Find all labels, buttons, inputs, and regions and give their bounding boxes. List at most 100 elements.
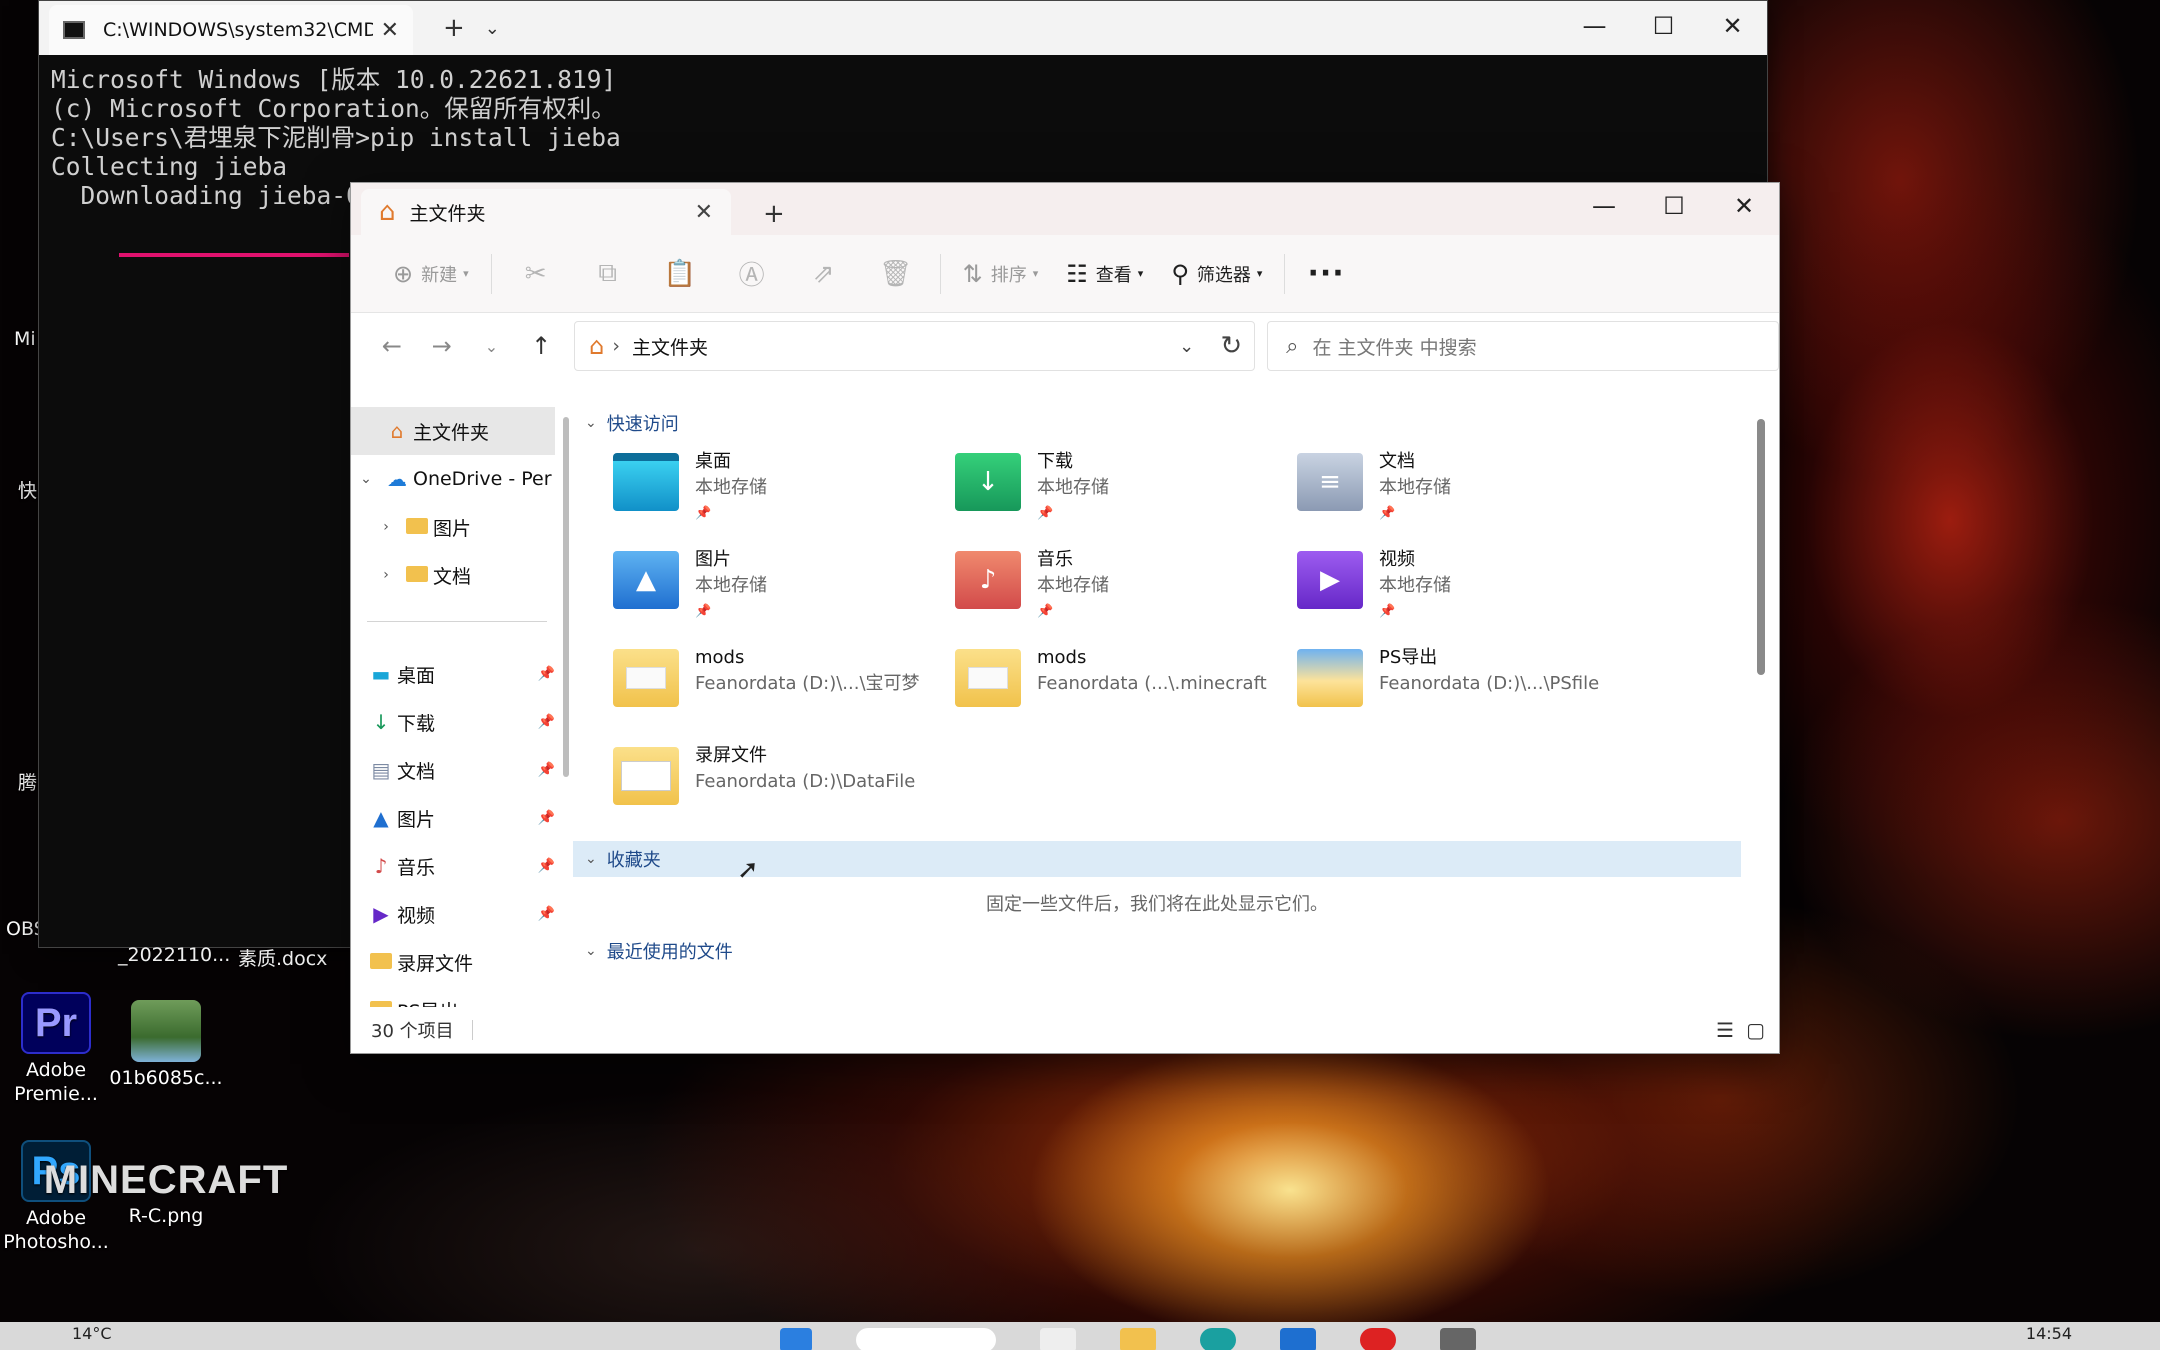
tiles-view-icon[interactable]: ▢ (1746, 1018, 1765, 1042)
refresh-icon[interactable]: ↻ (1220, 331, 1242, 361)
item-location: Feanordata (D:)\...\宝可梦 (695, 673, 920, 694)
share-button[interactable]: ⇗ (788, 249, 860, 299)
desktop-icon-rc-png[interactable]: MINECRAFT R-C.png (44, 1160, 288, 1228)
search-box[interactable]: ⌕ 在 主文件夹 中搜索 (1267, 321, 1779, 371)
desktop-icon-premiere[interactable]: Pr Adobe Premie... (0, 992, 116, 1106)
app-icon[interactable] (1360, 1328, 1396, 1350)
explorer-titlebar[interactable]: ⌂ 主文件夹 ✕ + — ☐ ✕ (351, 183, 1779, 235)
search-icon: ⌕ (1286, 333, 1299, 359)
sidebar-item-pictures[interactable]: ▲ 图片 📌 (351, 794, 561, 842)
chevron-right-icon[interactable]: › (371, 567, 401, 583)
task-view-icon[interactable] (1040, 1328, 1076, 1350)
sidebar-item-onedrive-documents[interactable]: › 文档 (351, 551, 561, 599)
weather-widget[interactable]: 14°C (72, 1324, 112, 1343)
quick-access-item-mods-pokemon[interactable]: mods Feanordata (D:)\...\宝可梦 (613, 645, 955, 743)
copy-button[interactable]: ⧉ (572, 249, 644, 299)
chevron-down-icon[interactable]: ⌄ (1179, 336, 1194, 357)
clock[interactable]: 14:54 (2026, 1324, 2072, 1343)
pin-icon: 📌 (1037, 604, 1054, 619)
start-icon[interactable] (780, 1328, 812, 1350)
sidebar-item-onedrive[interactable]: ⌄ ☁ OneDrive - Per (351, 455, 561, 503)
mail-icon[interactable] (1280, 1328, 1316, 1350)
file-explorer-window[interactable]: ⌂ 主文件夹 ✕ + — ☐ ✕ ⊕ 新建 ▾ ✂ ⧉ 📋 Ⓐ ⇗ 🗑 ⇅ 排序… (350, 182, 1780, 1054)
maximize-button[interactable]: ☐ (1629, 1, 1698, 51)
sidebar-item-documents[interactable]: ▤ 文档 📌 (351, 746, 561, 794)
download-icon: ↓ (372, 710, 390, 734)
desktop-edge-label[interactable]: 腾 (18, 768, 37, 795)
rename-button[interactable]: Ⓐ (716, 249, 788, 299)
pin-icon: 📌 (537, 762, 555, 778)
file-explorer-icon[interactable] (1120, 1328, 1156, 1350)
app-icon[interactable] (1440, 1328, 1476, 1350)
quick-access-item-pictures[interactable]: ▲ 图片 本地存储 📌 (613, 547, 955, 645)
chevron-right-icon[interactable]: › (371, 519, 401, 535)
quick-access-item-videos[interactable]: ▶ 视频 本地存储 📌 (1297, 547, 1639, 645)
chevron-down-icon[interactable]: ⌄ (351, 471, 381, 487)
new-button[interactable]: ⊕ 新建 ▾ (379, 249, 483, 299)
sidebar-item-desktop[interactable]: ▬ 桌面 📌 (351, 650, 561, 698)
up-arrow-icon[interactable]: ↑ (516, 332, 566, 360)
content-scrollbar[interactable] (1757, 419, 1765, 675)
pin-icon: 📌 (537, 906, 555, 922)
cut-button[interactable]: ✂ (500, 249, 572, 299)
delete-button[interactable]: 🗑 (860, 249, 932, 299)
desktop-edge-label[interactable]: 快 (18, 476, 37, 503)
sidebar-item-downloads[interactable]: ↓ 下载 📌 (351, 698, 561, 746)
more-options-button[interactable]: ··· (1293, 249, 1358, 299)
close-button[interactable]: ✕ (1698, 1, 1767, 51)
pictures-folder-icon: ▲ (613, 551, 679, 609)
item-name: PS导出 (1379, 647, 1438, 668)
new-tab-button[interactable]: + (763, 199, 785, 229)
trash-icon: 🗑 (879, 258, 913, 289)
new-tab-button[interactable]: + (443, 13, 465, 43)
sidebar-item-videos[interactable]: ▶ 视频 📌 (351, 890, 561, 938)
search-icon[interactable] (856, 1328, 996, 1350)
desktop-icon-image[interactable]: 01b6085c... (106, 1000, 226, 1090)
item-name: 下载 (1037, 451, 1073, 472)
taskbar: 14°C 14:54 (0, 1322, 2160, 1350)
breadcrumb-home[interactable]: 主文件夹 (632, 333, 708, 360)
sidebar-item-home[interactable]: ⌂ 主文件夹 (351, 407, 555, 455)
pin-icon: 📌 (537, 666, 555, 682)
maximize-button[interactable]: ☐ (1639, 183, 1709, 229)
cmd-tab[interactable]: C:\WINDOWS\system32\CMD ✕ (49, 5, 413, 55)
terminal-icon (63, 21, 85, 39)
chevron-down-icon[interactable]: ⌄ (485, 18, 500, 39)
quick-access-item-recordings[interactable]: 录屏文件 Feanordata (D:)\DataFile (613, 743, 955, 841)
details-view-icon[interactable]: ☰ (1716, 1018, 1734, 1042)
cmd-titlebar[interactable]: C:\WINDOWS\system32\CMD ✕ + ⌄ — ☐ ✕ (39, 1, 1767, 55)
desktop-file-label[interactable]: 素质.docx (238, 944, 327, 971)
sidebar-item-label: 音乐 (397, 856, 436, 879)
close-tab-icon[interactable]: ✕ (381, 18, 399, 43)
minimize-button[interactable]: — (1569, 183, 1639, 229)
sort-button[interactable]: ⇅ 排序 ▾ (949, 249, 1053, 299)
close-button[interactable]: ✕ (1709, 183, 1779, 229)
minimize-button[interactable]: — (1560, 1, 1629, 51)
status-bar: 30 个项目 ☰ ▢ (351, 1007, 1779, 1053)
forward-arrow-icon[interactable]: → (417, 332, 467, 360)
quick-access-item-ps-export[interactable]: PS导出 Feanordata (D:)\...\PSfile (1297, 645, 1639, 743)
close-tab-icon[interactable]: ✕ (695, 200, 713, 225)
address-bar[interactable]: ⌂ › 主文件夹 ⌄ ↻ (574, 321, 1256, 371)
desktop-edge-label[interactable]: Mi (14, 328, 36, 350)
desktop-file-label[interactable]: _2022110... (118, 944, 230, 966)
sidebar-item-music[interactable]: ♪ 音乐 📌 (351, 842, 561, 890)
quick-access-item-documents[interactable]: ≡ 文档 本地存储 📌 (1297, 449, 1639, 547)
recent-locations-chevron-icon[interactable]: ⌄ (467, 337, 517, 356)
sidebar-item-onedrive-pictures[interactable]: › 图片 (351, 503, 561, 551)
sidebar-item-label: 视频 (397, 904, 436, 927)
recent-files-header[interactable]: ⌄ 最近使用的文件 (573, 933, 1779, 969)
back-arrow-icon[interactable]: ← (367, 332, 417, 360)
sidebar-item-label: 图片 (397, 808, 436, 831)
sidebar-item-recordings[interactable]: 录屏文件 (351, 938, 561, 986)
paste-button[interactable]: 📋 (644, 249, 716, 299)
filter-button[interactable]: ⚲ 筛选器 ▾ (1157, 249, 1276, 299)
quick-access-header[interactable]: ⌄ 快速访问 (573, 405, 1779, 441)
edge-icon[interactable] (1200, 1328, 1236, 1350)
quick-access-item-music[interactable]: ♪ 音乐 本地存储 📌 (955, 547, 1297, 645)
quick-access-item-desktop[interactable]: 桌面 本地存储 📌 (613, 449, 955, 547)
view-button[interactable]: ☷ 查看 ▾ (1052, 249, 1157, 299)
quick-access-item-downloads[interactable]: ↓ 下载 本地存储 📌 (955, 449, 1297, 547)
quick-access-item-mods-minecraft[interactable]: mods Feanordata (...\.minecraft (955, 645, 1297, 743)
explorer-tab[interactable]: ⌂ 主文件夹 ✕ (361, 189, 731, 235)
